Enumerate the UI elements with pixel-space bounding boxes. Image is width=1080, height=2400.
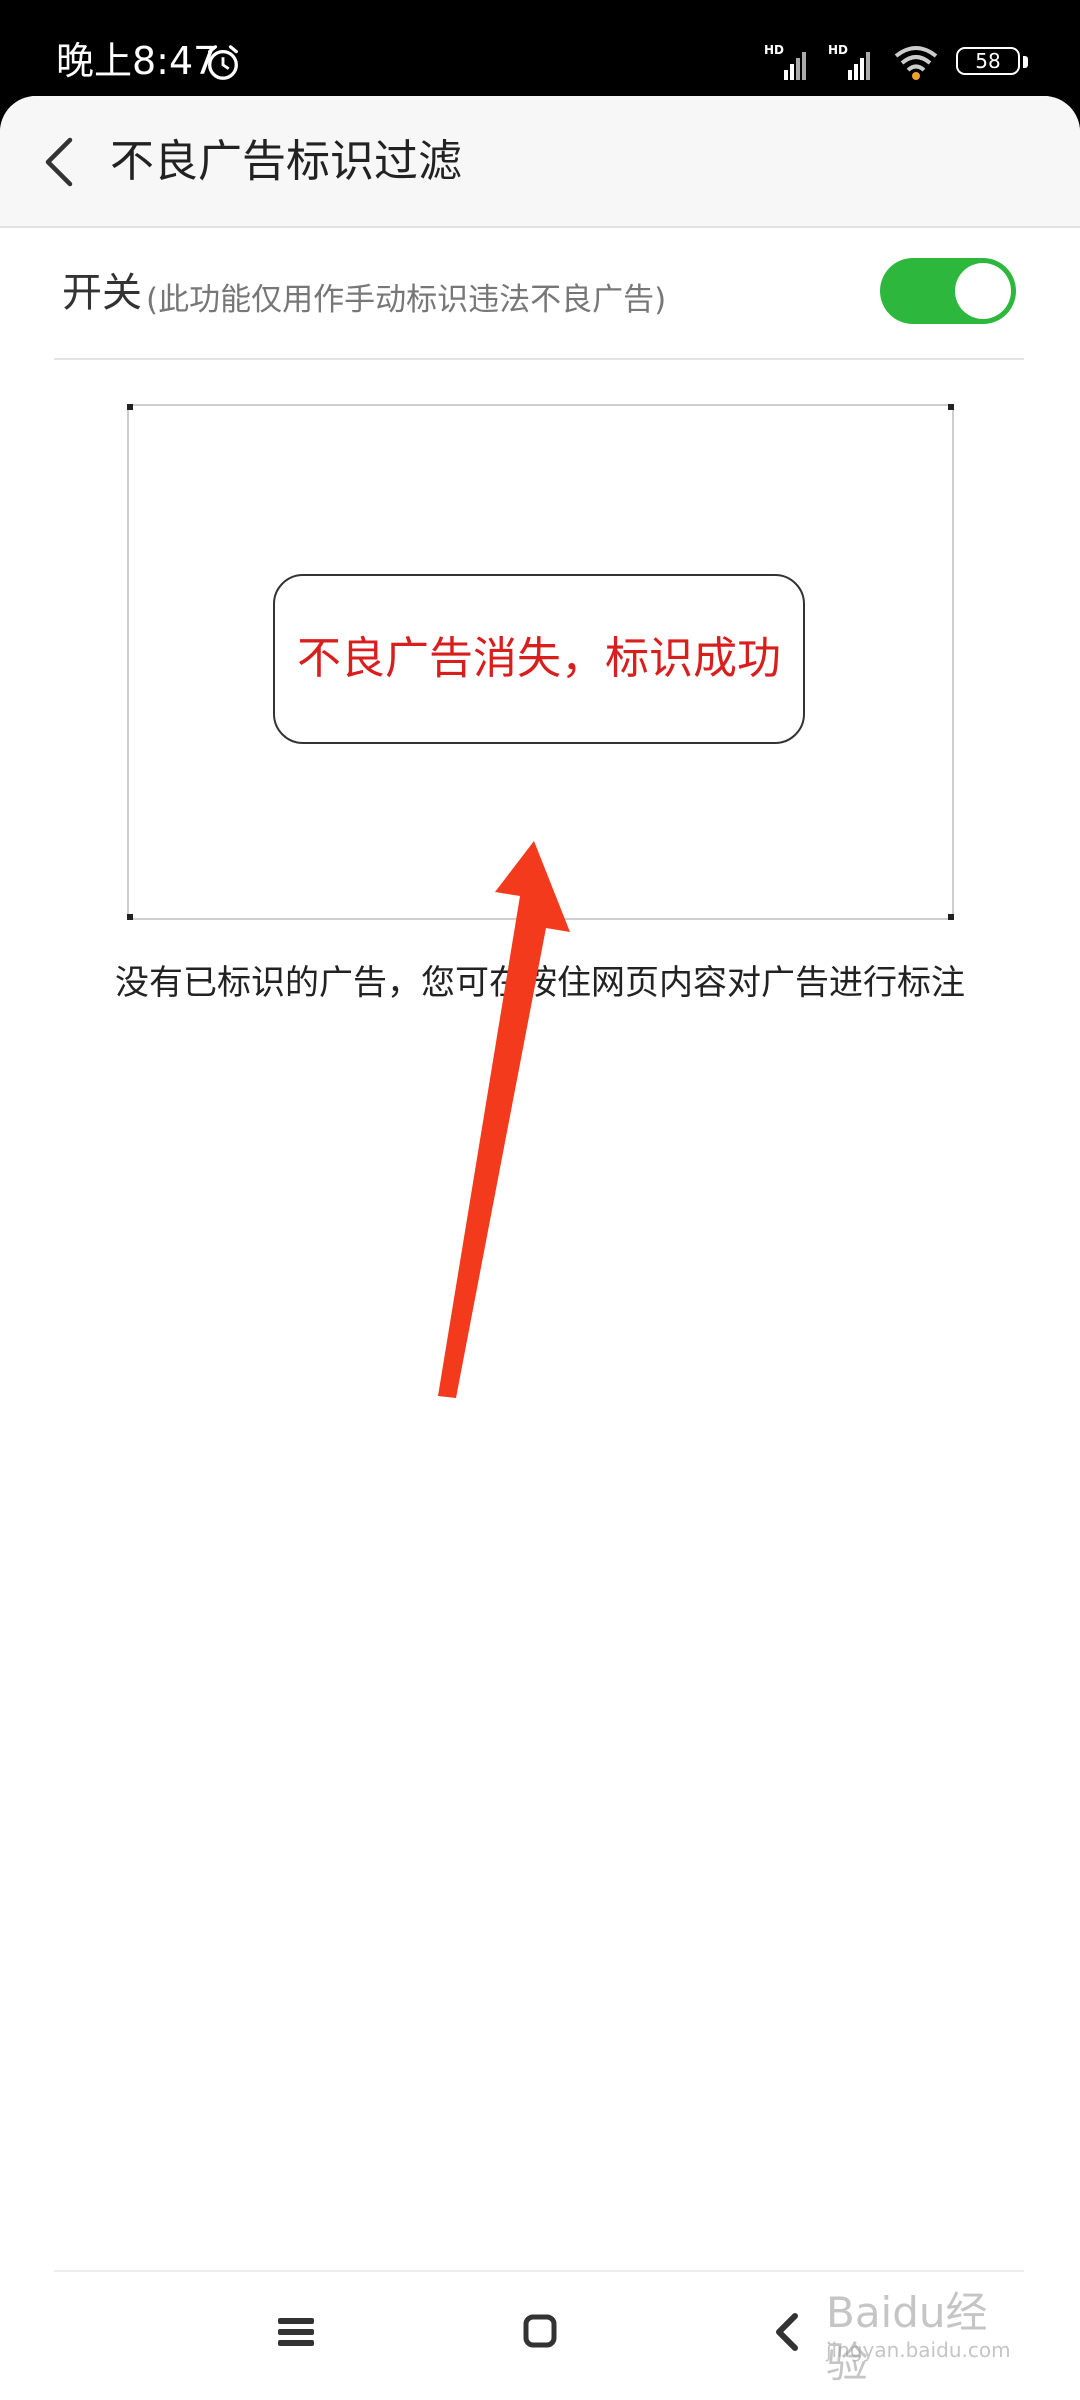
signal-icon-2: HD [828,43,870,80]
filter-toggle[interactable] [880,258,1016,324]
preview-frame: 不良广告消失，标识成功 [127,404,954,920]
success-toast: 不良广告消失，标识成功 [273,574,805,744]
menu-icon[interactable] [278,2316,314,2348]
empty-state-text: 没有已标识的广告，您可在按住网页内容对广告进行标注 [115,963,965,1003]
svg-text:HD: HD [828,43,848,57]
signal-icon: HD [764,43,806,80]
svg-text:HD: HD [764,43,784,57]
toggle-knob [955,263,1011,319]
back-icon[interactable] [773,2312,801,2352]
alarm-icon [208,45,238,80]
battery-icon: 58 [956,47,1030,77]
switch-label: 开关 [62,270,142,316]
battery-level: 58 [975,49,1001,73]
watermark-sub: jingyan.baidu.com [826,2338,1011,2362]
home-icon[interactable] [523,2314,557,2348]
wifi-icon [894,46,938,80]
page-title: 不良广告标识过滤 [110,136,462,187]
switch-row: 开关 (此功能仅用作手动标识违法不良广告) [54,228,1024,360]
status-time: 晚上8:47 [56,39,218,83]
baidu-watermark: Baidu经验 jingyan.baidu.com [826,2268,1026,2387]
chevron-left-icon[interactable] [36,132,86,192]
status-bar: 晚上8:47 HD HD 58 [0,0,1080,110]
header: 不良广告标识过滤 [0,96,1080,228]
success-message: 不良广告消失，标识成功 [297,633,781,684]
status-icons: HD HD 58 [764,40,1030,84]
app-screen: 不良广告标识过滤 开关 (此功能仅用作手动标识违法不良广告) 不良广告消失，标识… [0,96,1080,2400]
switch-hint: (此功能仅用作手动标识违法不良广告) [146,282,667,318]
